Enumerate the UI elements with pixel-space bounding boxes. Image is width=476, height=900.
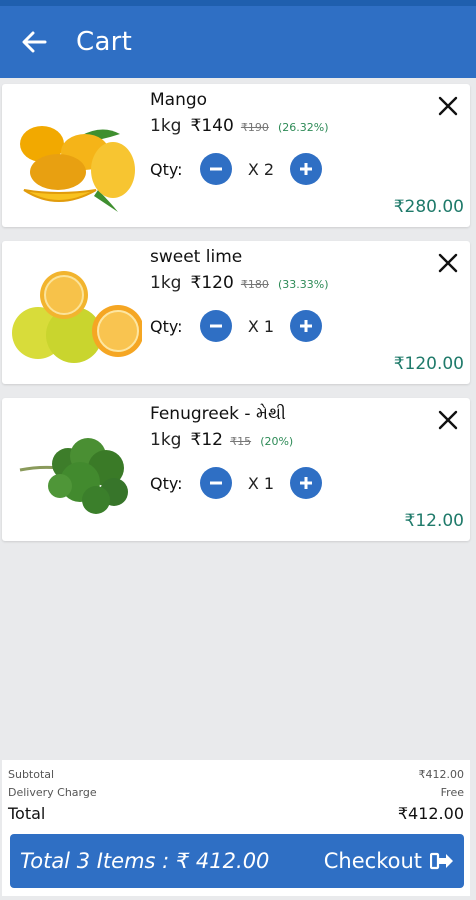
delivery-label: Delivery Charge (8, 786, 97, 799)
checkout-button-label: Checkout (323, 849, 422, 873)
subtotal-row: Subtotal ₹412.00 (8, 768, 464, 781)
remove-item-button[interactable] (436, 408, 460, 432)
delivery-row: Delivery Charge Free (8, 786, 464, 799)
item-total: ₹12.00 (404, 511, 464, 531)
quantity-value: X 2 (247, 159, 275, 179)
subtotal-value: ₹412.00 (418, 768, 465, 781)
product-price: ₹120 (190, 273, 234, 293)
product-name: Fenugreek - મેથી (150, 404, 286, 424)
price-line: 1kg ₹12 ₹15 (20%) (150, 430, 293, 450)
qty-label: Qty: (150, 473, 183, 493)
minus-icon (210, 481, 222, 485)
close-icon (438, 253, 458, 273)
decrease-quantity-button[interactable] (200, 467, 232, 499)
qty-label: Qty: (150, 316, 183, 336)
decrease-quantity-button[interactable] (200, 310, 232, 342)
product-mrp: ₹180 (240, 278, 269, 291)
qty-label: Qty: (150, 159, 183, 179)
remove-item-button[interactable] (436, 94, 460, 118)
discount-percent: (20%) (260, 435, 294, 448)
increase-quantity-button[interactable] (290, 310, 322, 342)
product-weight: 1kg (150, 116, 182, 136)
product-price: ₹140 (190, 116, 234, 136)
close-icon (438, 96, 458, 116)
quantity-row: Qty: X 1 (150, 309, 322, 343)
total-label: Total (8, 804, 46, 823)
total-row: Total ₹412.00 (8, 804, 464, 823)
quantity-value: X 1 (247, 473, 275, 493)
product-weight: 1kg (150, 430, 182, 450)
product-weight: 1kg (150, 273, 182, 293)
sweet-lime-image (12, 271, 142, 363)
product-price: ₹12 (190, 430, 223, 450)
increase-quantity-button[interactable] (290, 153, 322, 185)
price-line: 1kg ₹140 ₹190 (26.32%) (150, 116, 329, 136)
plus-icon (300, 163, 312, 175)
plus-icon (300, 477, 312, 489)
subtotal-label: Subtotal (8, 768, 55, 781)
quantity-value: X 1 (247, 316, 275, 336)
product-name: sweet lime (150, 247, 243, 267)
discount-percent: (26.32%) (278, 121, 329, 134)
back-arrow-icon[interactable] (16, 24, 52, 60)
total-value: ₹412.00 (397, 804, 464, 823)
minus-icon (210, 167, 222, 171)
item-total: ₹280.00 (393, 197, 464, 217)
item-total: ₹120.00 (393, 354, 464, 374)
total-items-text: Total 3 Items : ₹ 412.00 (20, 849, 270, 873)
close-icon (438, 410, 458, 430)
delivery-value: Free (440, 786, 464, 799)
exit-arrow-icon (430, 851, 454, 871)
order-summary: Subtotal ₹412.00 Delivery Charge Free To… (2, 760, 470, 896)
discount-percent: (33.33%) (278, 278, 329, 291)
cart-item-mango: Mango 1kg ₹140 ₹190 (26.32%) Qty: X 2 ₹2… (2, 84, 470, 227)
cart-item-sweet-lime: sweet lime 1kg ₹120 ₹180 (33.33%) Qty: X… (2, 241, 470, 384)
product-name: Mango (150, 90, 208, 110)
quantity-row: Qty: X 2 (150, 152, 322, 186)
page-title: Cart (76, 27, 133, 57)
cart-item-fenugreek: Fenugreek - મેથી 1kg ₹12 ₹15 (20%) Qty: … (2, 398, 470, 541)
app-bar: Cart (0, 6, 476, 78)
increase-quantity-button[interactable] (290, 467, 322, 499)
product-mrp: ₹15 (230, 435, 252, 448)
price-line: 1kg ₹120 ₹180 (33.33%) (150, 273, 329, 293)
fenugreek-image (19, 438, 128, 514)
plus-icon (300, 320, 312, 332)
product-mrp: ₹190 (240, 121, 269, 134)
decrease-quantity-button[interactable] (200, 153, 232, 185)
minus-icon (210, 324, 222, 328)
quantity-row: Qty: X 1 (150, 466, 322, 500)
checkout-bar[interactable]: Total 3 Items : ₹ 412.00 Checkout (10, 834, 464, 888)
remove-item-button[interactable] (436, 251, 460, 275)
mango-image (20, 126, 135, 212)
